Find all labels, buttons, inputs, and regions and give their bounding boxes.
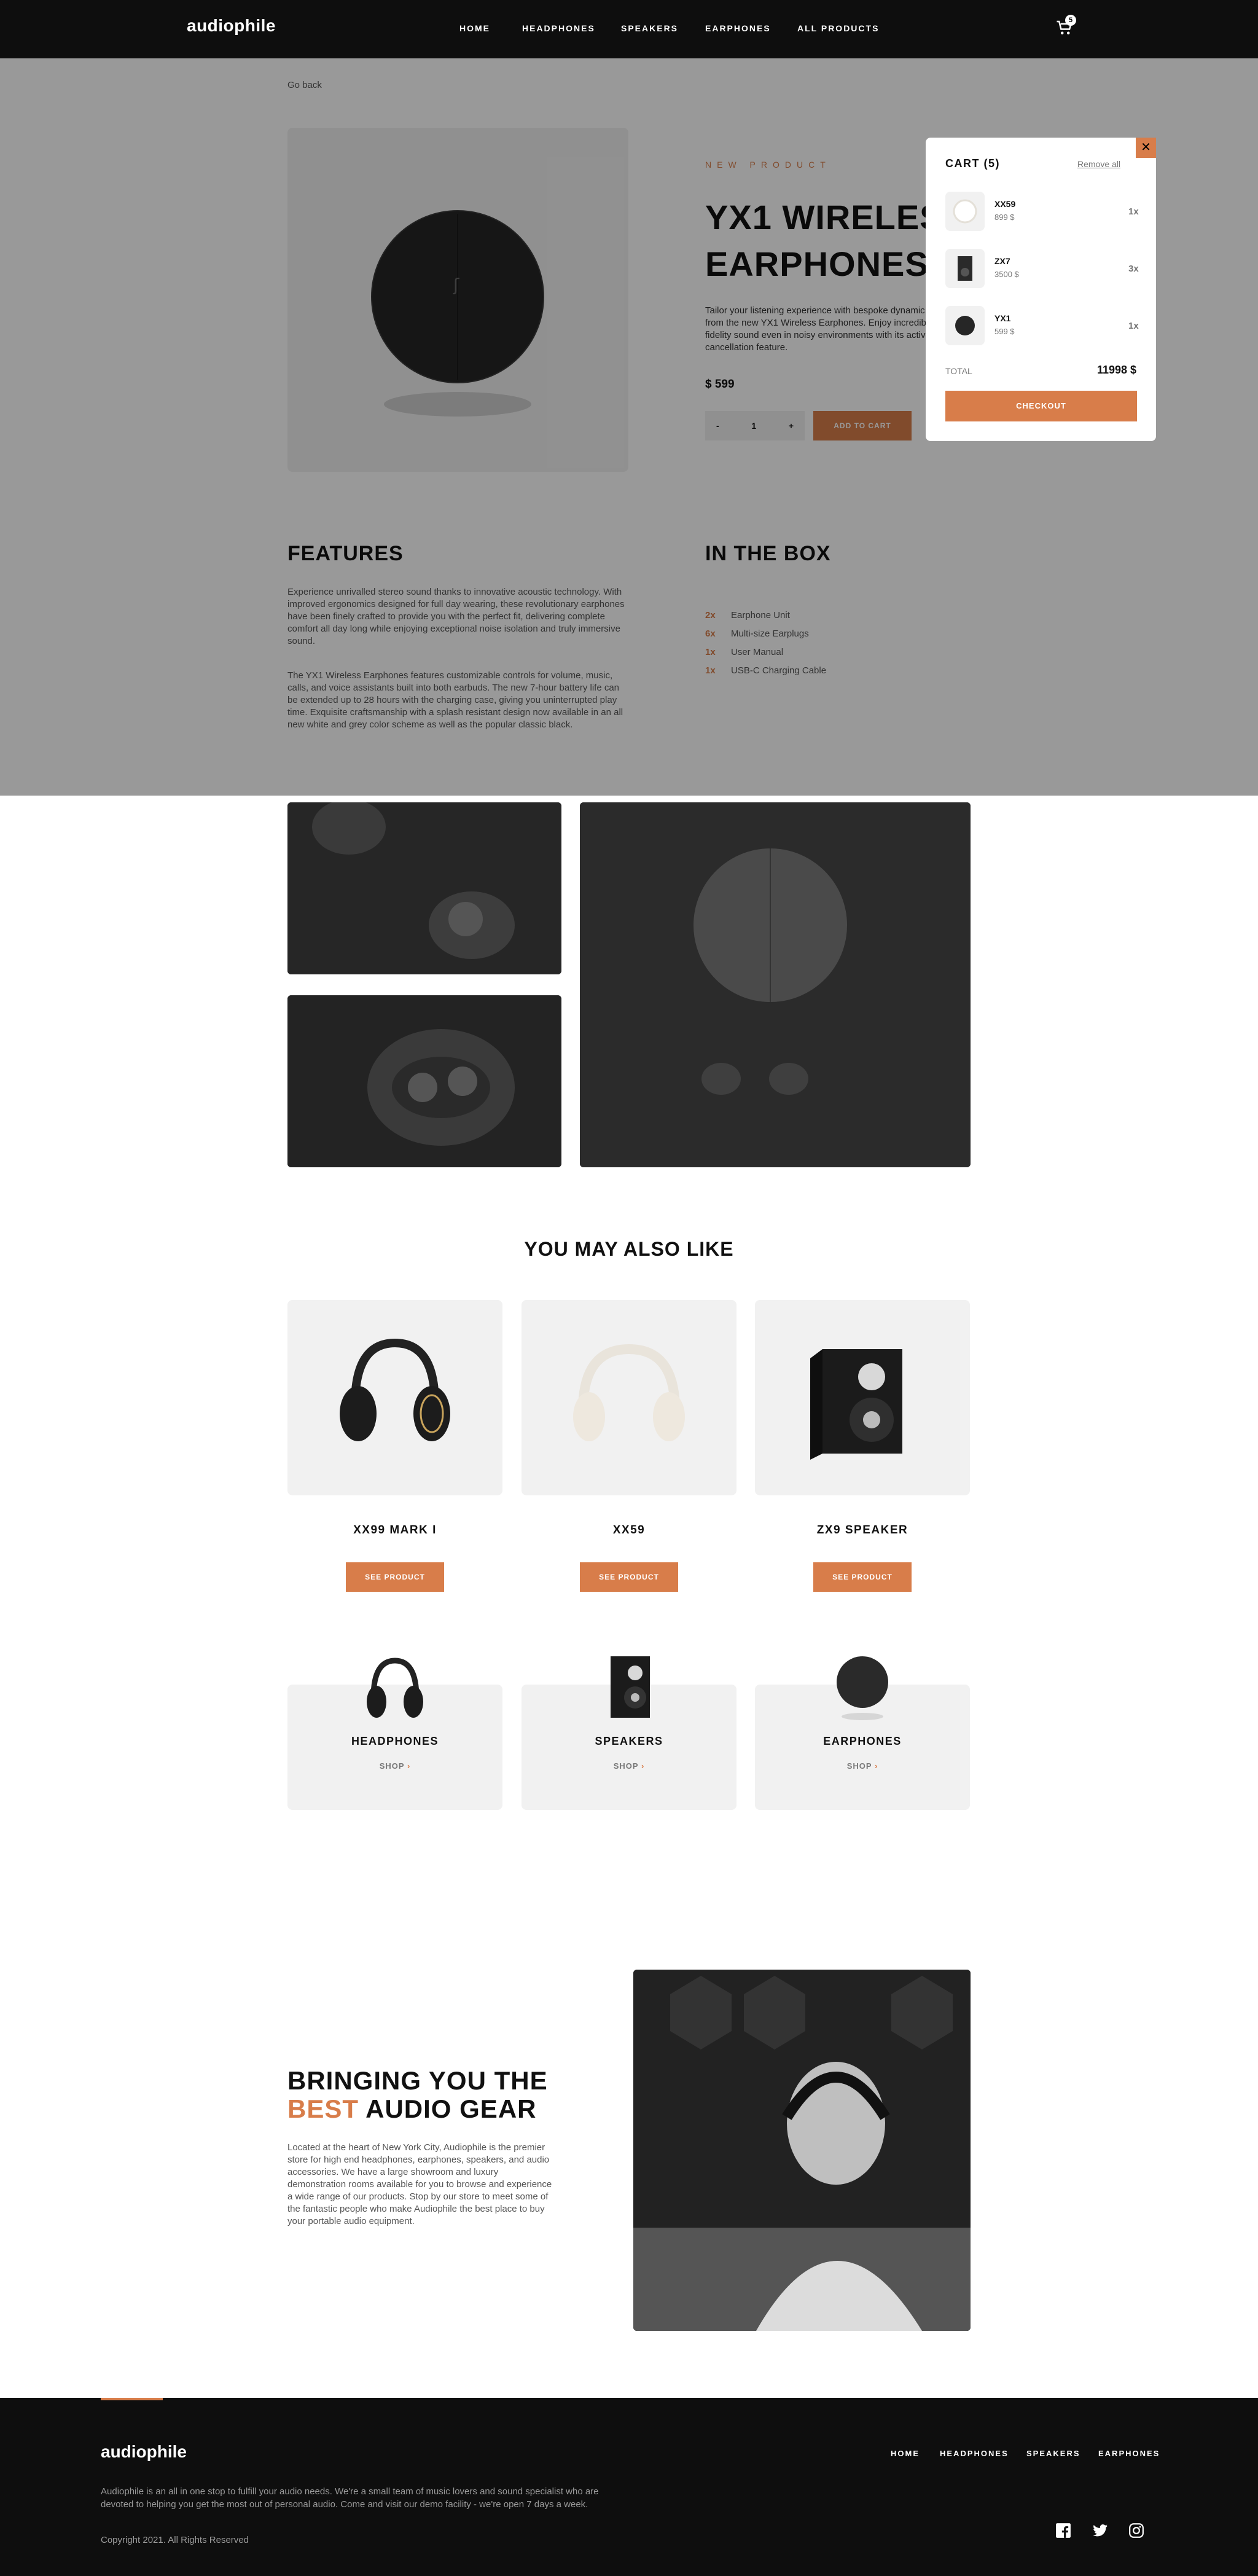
about-image <box>633 1970 971 2331</box>
cart-item-name: YX1 <box>994 313 1011 323</box>
earphones-thumbnail <box>837 1656 888 1720</box>
nav-earphones[interactable]: EARPHONES <box>705 23 771 33</box>
shop-label: SHOP <box>379 1761 405 1771</box>
cart-item-name: ZX7 <box>994 256 1010 266</box>
nav-headphones[interactable]: HEADPHONES <box>522 23 595 33</box>
category-shop-link[interactable]: SHOP › <box>522 1761 736 1771</box>
nav-all-products[interactable]: ALL PRODUCTS <box>797 23 879 33</box>
twitter-icon[interactable] <box>1092 2523 1108 2539</box>
gallery-image-3 <box>580 802 971 1167</box>
cart-total-value: 11998 $ <box>1097 364 1137 376</box>
headphones-thumbnail <box>367 1658 423 1718</box>
about-title-line-2: AUDIO GEAR <box>365 2094 537 2123</box>
footer-copyright: Copyright 2021. All Rights Reserved <box>101 2535 249 2545</box>
checkout-button[interactable]: CHECKOUT <box>945 391 1137 421</box>
facebook-icon[interactable] <box>1055 2523 1071 2539</box>
recommend-card-xx99-mark-i <box>287 1300 502 1495</box>
cart-count-badge: 5 <box>1065 15 1076 26</box>
footer-nav-home[interactable]: HOME <box>891 2449 920 2458</box>
see-product-button[interactable]: SEE PRODUCT <box>813 1562 912 1592</box>
cart-item-image <box>945 192 985 231</box>
cart-title: CART (5) <box>945 157 1000 170</box>
see-product-button[interactable]: SEE PRODUCT <box>580 1562 678 1592</box>
recommend-card-zx9-speaker <box>755 1300 970 1495</box>
footer-description: Audiophile is an all in one stop to fulf… <box>101 2486 599 2510</box>
also-like-title: YOU MAY ALSO LIKE <box>524 1238 734 1260</box>
category-shop-link[interactable]: SHOP › <box>287 1761 502 1771</box>
cart-item-image <box>945 249 985 288</box>
speaker-thumbnail <box>611 1656 650 1718</box>
about-description: Located at the heart of New York City, A… <box>287 2142 552 2226</box>
recommend-card-xx59 <box>522 1300 736 1495</box>
remove-all-button[interactable]: Remove all <box>1077 159 1120 169</box>
shop-label: SHOP <box>846 1761 872 1771</box>
shop-label: SHOP <box>613 1761 639 1771</box>
cart-item-price: 899 $ <box>994 213 1015 222</box>
cart-item-price: 3500 $ <box>994 270 1019 279</box>
category-name: SPEAKERS <box>595 1735 663 1747</box>
category-shop-link[interactable]: SHOP › <box>755 1761 970 1771</box>
cart-item-qty: 3x <box>1128 264 1139 274</box>
footer-accent-bar <box>101 2398 163 2400</box>
instagram-icon[interactable] <box>1128 2523 1144 2539</box>
nav-home[interactable]: HOME <box>459 23 490 33</box>
recommend-name: XX59 <box>612 1524 646 1537</box>
close-icon[interactable]: ✕ <box>1136 138 1156 158</box>
cart-item-qty: 1x <box>1128 206 1139 217</box>
about-title-line-1: BRINGING YOU THE <box>287 2066 548 2095</box>
chevron-right-icon: › <box>407 1761 411 1771</box>
about-title: BRINGING YOU THE BEST AUDIO GEAR <box>287 2067 576 2123</box>
category-name: EARPHONES <box>823 1735 902 1747</box>
recommend-name: ZX9 SPEAKER <box>816 1524 908 1537</box>
gallery-image-1 <box>287 802 561 974</box>
cart-item-price: 599 $ <box>994 327 1015 336</box>
cart-item-qty: 1x <box>1128 321 1139 331</box>
footer-nav-speakers[interactable]: SPEAKERS <box>1026 2449 1080 2458</box>
cart-item-image <box>945 306 985 345</box>
chevron-right-icon: › <box>874 1761 878 1771</box>
footer-nav-headphones[interactable]: HEADPHONES <box>940 2449 1009 2458</box>
cart-total-label: TOTAL <box>945 366 972 376</box>
site-logo[interactable]: audiophile <box>187 16 276 36</box>
about-title-accent: BEST <box>287 2094 359 2123</box>
footer-logo[interactable]: audiophile <box>101 2442 187 2462</box>
gallery-image-2 <box>287 995 561 1167</box>
category-name: HEADPHONES <box>351 1735 439 1747</box>
chevron-right-icon: › <box>641 1761 645 1771</box>
footer-nav-earphones[interactable]: EARPHONES <box>1098 2449 1160 2458</box>
cart-item-name: XX59 <box>994 199 1016 209</box>
recommend-name: XX99 MARK I <box>353 1524 437 1537</box>
nav-speakers[interactable]: SPEAKERS <box>621 23 678 33</box>
see-product-button[interactable]: SEE PRODUCT <box>346 1562 444 1592</box>
